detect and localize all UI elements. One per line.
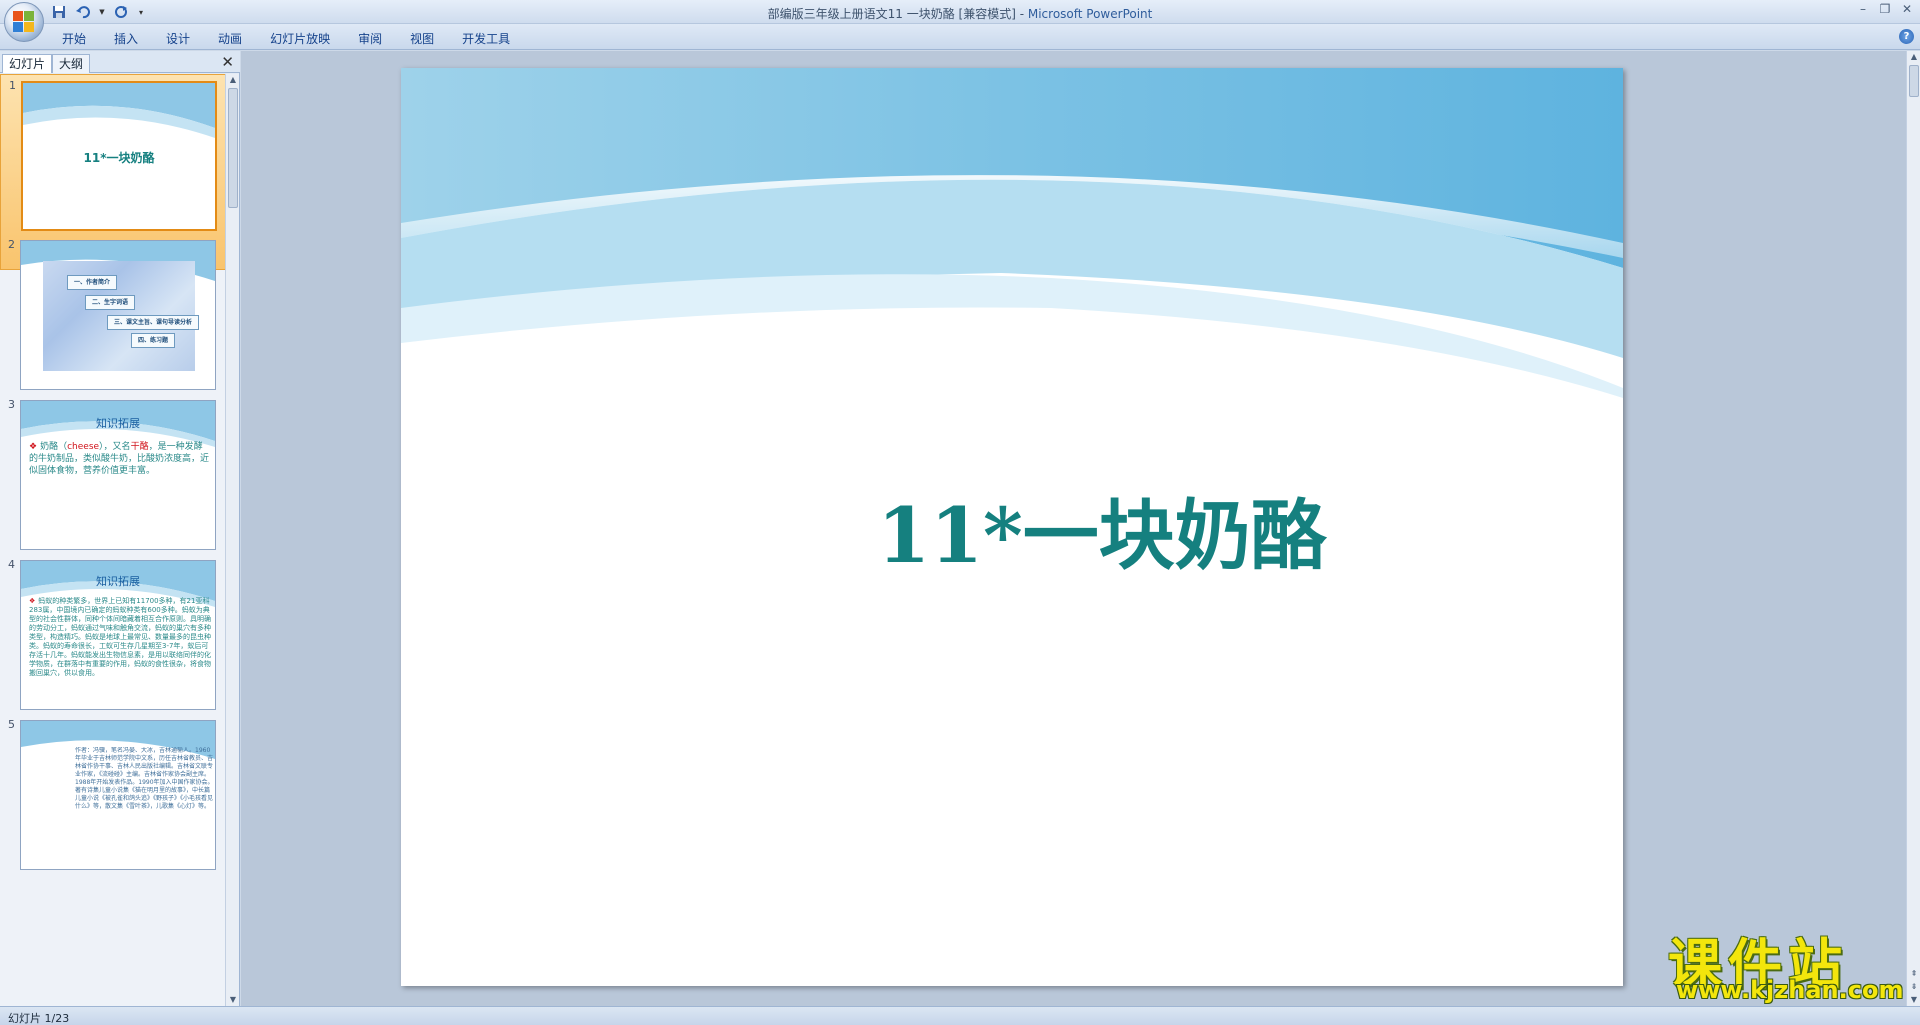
application-name: Microsoft PowerPoint	[1027, 7, 1153, 21]
document-title: 部编版三年级上册语文11 一块奶酪 [兼容模式]	[767, 7, 1016, 21]
close-icon[interactable]: ✕	[221, 53, 234, 71]
slides-panel: 幻灯片 大纲 ✕ 1 11*一块奶酪 2 一、作者简介 二、生字词语 三、课文主…	[0, 51, 240, 1006]
ribbon: 开始 插入 设计 动画 幻灯片放映 审阅 视图 开发工具 ?	[0, 24, 1920, 50]
slide-editor: 11*一块奶酪	[241, 51, 1906, 1006]
scroll-thumb[interactable]	[228, 88, 238, 208]
thumbnail-number: 2	[8, 238, 15, 251]
body-highlight: 干酪	[130, 442, 149, 452]
thumbnail-slide[interactable]: 11*一块奶酪	[21, 81, 217, 231]
menu-item: 二、生字词语	[85, 295, 136, 310]
wave-background	[401, 68, 1623, 398]
tab-slide-show[interactable]: 幻灯片放映	[256, 30, 344, 48]
thumbnail-number: 1	[9, 79, 16, 92]
thumbnail-slide[interactable]: 作者：冯骥，笔名冯晏、大冰，吉林通榆人。1960年毕业于吉林师范学院中文系，历任…	[20, 720, 216, 870]
thumbnail-slide[interactable]: 一、作者简介 二、生字词语 三、课文主旨、课句导读分析 四、练习题	[20, 240, 216, 390]
thumbnail-number: 5	[8, 718, 15, 731]
body-keyword: cheese	[67, 442, 100, 452]
tab-animations[interactable]: 动画	[204, 30, 256, 48]
menu-item: 四、练习题	[131, 333, 176, 348]
tab-home[interactable]: 开始	[48, 30, 100, 48]
body-text: ），又名	[99, 442, 131, 452]
status-bar: 幻灯片 1/23	[0, 1006, 1920, 1025]
ribbon-tabs: 开始 插入 设计 动画 幻灯片放映 审阅 视图 开发工具	[48, 30, 524, 48]
body-text: 蚂蚁的种类繁多，世界上已知有11700多种，有21亚科283属，中国境内已确定的…	[29, 597, 211, 677]
watermark: 课件站 www.kjzhan.com	[1668, 920, 1908, 1004]
thumbnail-list: 1 11*一块奶酪 2 一、作者简介 二、生字词语 三、课文主旨、课句导读分析	[0, 74, 226, 1006]
office-button[interactable]	[4, 2, 44, 42]
tab-review[interactable]: 审阅	[344, 30, 396, 48]
thumbnail-slide[interactable]: 知识拓展 ❖ 奶酪（cheese），又名干酪，是一种发酵的牛奶制品，类似酸牛奶，比…	[20, 400, 216, 550]
tab-insert[interactable]: 插入	[100, 30, 152, 48]
bullet-icon: ❖	[29, 597, 36, 605]
scroll-up-icon[interactable]: ▲	[1907, 51, 1920, 63]
bullet-icon: ❖	[29, 442, 38, 452]
window-controls: – ❐ ✕	[1856, 2, 1914, 16]
slide-title[interactable]: 11*一块奶酪	[401, 474, 1623, 584]
previous-slide-icon[interactable]: ⇞	[1907, 968, 1920, 980]
title-bar: ▼ ▾ 部编版三年级上册语文11 一块奶酪 [兼容模式] - Microsoft…	[0, 0, 1920, 24]
scroll-thumb[interactable]	[1909, 65, 1919, 97]
thumbnail-number: 3	[8, 398, 15, 411]
tab-developer[interactable]: 开发工具	[448, 30, 524, 48]
close-icon[interactable]: ✕	[1900, 2, 1914, 16]
slide-counter: 幻灯片 1/23	[8, 1012, 70, 1025]
thumbnail-body: 作者：冯骥，笔名冯晏、大冰，吉林通榆人。1960年毕业于吉林师范学院中文系，历任…	[75, 747, 214, 810]
watermark-url: www.kjzhan.com	[1676, 976, 1904, 1004]
scroll-up-icon[interactable]: ▲	[226, 74, 240, 86]
next-slide-icon[interactable]: ⇟	[1907, 981, 1920, 993]
thumbnail-slide[interactable]: 知识拓展 ❖ 蚂蚁的种类繁多，世界上已知有11700多种，有21亚科283属，中国…	[20, 560, 216, 710]
thumbnail-body: ❖ 蚂蚁的种类繁多，世界上已知有11700多种，有21亚科283属，中国境内已确定…	[29, 597, 211, 705]
tab-view[interactable]: 视图	[396, 30, 448, 48]
panel-tabs: 幻灯片 大纲 ✕	[0, 51, 240, 73]
window-title: 部编版三年级上册语文11 一块奶酪 [兼容模式] - Microsoft Pow…	[0, 5, 1920, 22]
thumbnail-item[interactable]: 5 作者：冯骥，笔名冯晏、大冰，吉林通榆人。1960年毕业于吉林师范学院中文系，…	[0, 714, 226, 910]
thumbnail-number: 4	[8, 558, 15, 571]
slide-canvas[interactable]: 11*一块奶酪	[401, 68, 1623, 986]
scroll-down-icon[interactable]: ▼	[1907, 994, 1920, 1006]
minimize-icon[interactable]: –	[1856, 2, 1870, 16]
tab-design[interactable]: 设计	[152, 30, 204, 48]
office-logo-icon	[13, 11, 35, 33]
menu-item: 三、课文主旨、课句导读分析	[107, 315, 200, 330]
scroll-down-icon[interactable]: ▼	[226, 994, 240, 1006]
tab-outline[interactable]: 大纲	[52, 54, 91, 73]
thumbnail-title: 知识拓展	[96, 417, 140, 430]
thumbnail-title: 知识拓展	[96, 575, 140, 588]
help-icon[interactable]: ?	[1899, 29, 1914, 44]
title-separator: -	[1015, 7, 1028, 21]
thumbnail-scrollbar[interactable]: ▲ ▼	[225, 74, 239, 1006]
tab-slides[interactable]: 幻灯片	[2, 54, 53, 73]
editor-scrollbar[interactable]: ▲ ⇞ ⇟ ▼	[1906, 51, 1920, 1006]
body-text: 奶酪（	[40, 442, 68, 452]
restore-icon[interactable]: ❐	[1878, 2, 1892, 16]
thumbnail-title: 11*一块奶酪	[83, 151, 155, 165]
thumbnail-body: ❖ 奶酪（cheese），又名干酪，是一种发酵的牛奶制品，类似酸牛奶，比酸奶浓度高…	[29, 441, 211, 477]
menu-item: 一、作者简介	[67, 275, 118, 290]
